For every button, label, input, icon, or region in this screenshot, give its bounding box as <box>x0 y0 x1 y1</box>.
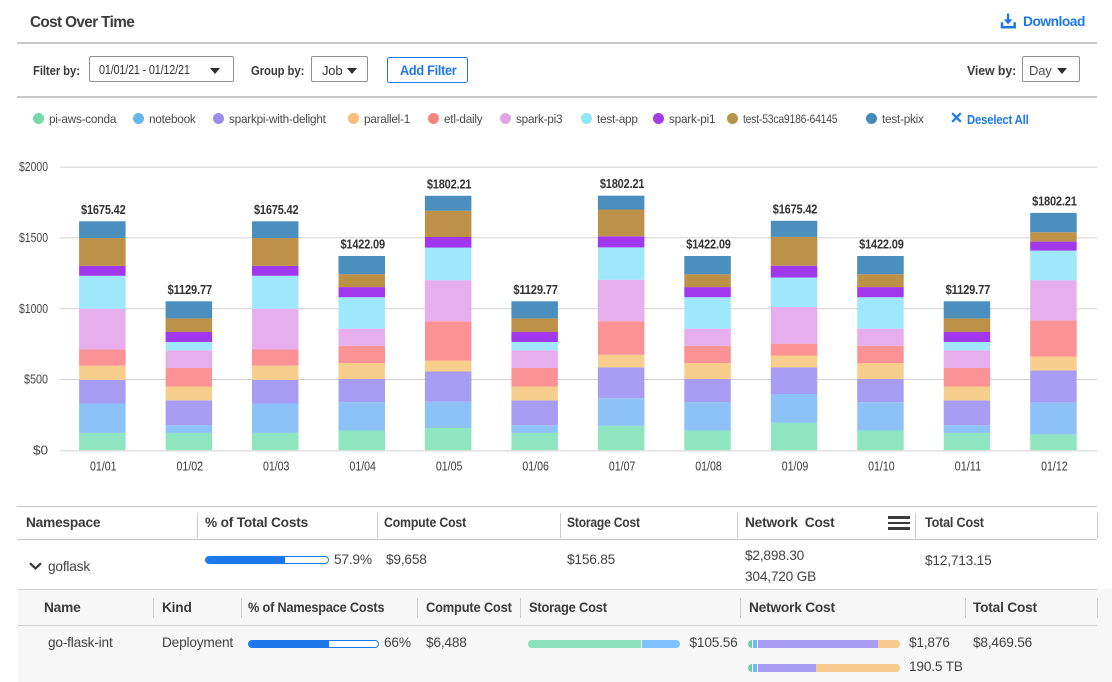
svg-text:$1802.21: $1802.21 <box>600 177 645 191</box>
svg-text:01/04: 01/04 <box>349 460 376 474</box>
svg-text:$1422.09: $1422.09 <box>340 238 385 252</box>
svg-text:01/03: 01/03 <box>263 460 290 474</box>
svg-text:$1129.77: $1129.77 <box>513 283 558 297</box>
svg-text:$0: $0 <box>33 443 48 457</box>
svg-text:$1422.09: $1422.09 <box>686 238 731 252</box>
svg-text:01/08: 01/08 <box>695 460 722 474</box>
svg-text:01/05: 01/05 <box>436 460 463 474</box>
svg-text:$1802.21: $1802.21 <box>1032 194 1077 208</box>
svg-text:$1000: $1000 <box>19 302 48 316</box>
svg-text:01/02: 01/02 <box>177 460 204 474</box>
svg-text:01/01: 01/01 <box>90 460 117 474</box>
svg-text:$1129.77: $1129.77 <box>168 283 213 297</box>
svg-text:$1129.77: $1129.77 <box>946 283 991 297</box>
svg-text:01/07: 01/07 <box>609 460 636 474</box>
svg-text:$1675.42: $1675.42 <box>81 203 126 217</box>
svg-text:$1802.21: $1802.21 <box>427 177 472 191</box>
svg-text:$1675.42: $1675.42 <box>773 202 818 216</box>
svg-text:$1500: $1500 <box>19 231 48 245</box>
svg-text:$2000: $2000 <box>19 160 48 174</box>
svg-text:$500: $500 <box>24 373 48 387</box>
svg-text:01/09: 01/09 <box>782 460 809 474</box>
svg-text:01/06: 01/06 <box>522 460 549 474</box>
svg-text:$1422.09: $1422.09 <box>859 238 904 252</box>
svg-text:01/12: 01/12 <box>1041 460 1068 474</box>
svg-text:$1675.42: $1675.42 <box>254 203 299 217</box>
svg-text:01/10: 01/10 <box>868 460 895 474</box>
svg-text:01/11: 01/11 <box>955 460 982 474</box>
